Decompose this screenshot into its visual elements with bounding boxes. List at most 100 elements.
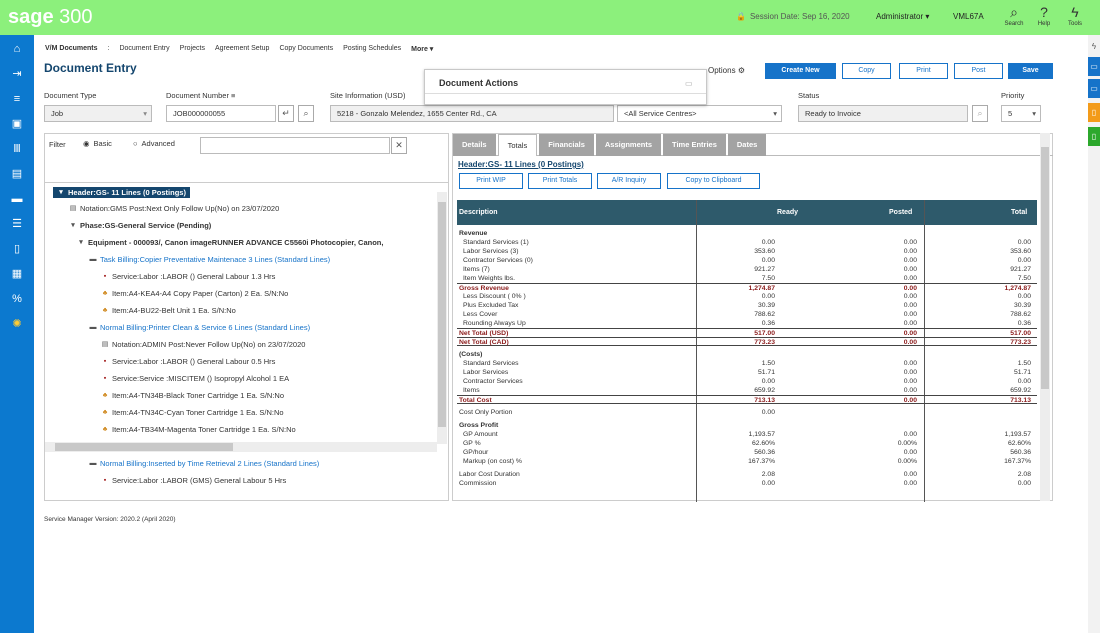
- menu-document-entry[interactable]: Document Entry: [119, 45, 169, 53]
- clear-filter-button[interactable]: ✕: [391, 137, 407, 154]
- tree-node[interactable]: ▪ Service:Labor :LABOR () General Labour …: [101, 272, 276, 281]
- file-icon[interactable]: ▯: [0, 241, 34, 257]
- menu-more[interactable]: More ▾: [411, 45, 433, 53]
- search-button[interactable]: ⌕ Search: [1002, 3, 1026, 27]
- document-icon[interactable]: ▯: [1088, 103, 1100, 122]
- tree-node-header[interactable]: ▾ Header:GS- 11 Lines (0 Postings): [53, 187, 190, 198]
- scroll-thumb[interactable]: [1041, 147, 1049, 389]
- tab-financials[interactable]: Financials: [539, 134, 594, 156]
- tree-node[interactable]: ▾ Phase:GS-General Service (Pending): [69, 221, 211, 230]
- filter-input[interactable]: [200, 137, 390, 154]
- menu-vm-documents[interactable]: V/M Documents: [45, 45, 98, 53]
- bank-icon[interactable]: Ⅲ: [0, 141, 34, 157]
- tree-node[interactable]: ▪ Service:Service :MISCITEM () Isopropyl …: [101, 374, 289, 383]
- row-total: 51.71: [1013, 369, 1031, 376]
- tab-assignments[interactable]: Assignments: [595, 134, 661, 156]
- tab-dates[interactable]: Dates: [727, 134, 767, 156]
- report-icon[interactable]: ▦: [0, 266, 34, 282]
- print-button[interactable]: Print: [899, 63, 948, 79]
- enter-icon[interactable]: ↵: [278, 105, 294, 122]
- help-button[interactable]: ? Help: [1032, 3, 1056, 27]
- copy-to-clipboard-button[interactable]: Copy to Clipboard: [667, 173, 760, 189]
- status-label: Status: [798, 91, 820, 100]
- home-icon[interactable]: ⌂: [0, 41, 34, 57]
- doc-type-select[interactable]: Job ▾: [44, 105, 152, 122]
- row-ready: 353.60: [754, 248, 775, 255]
- tab-totals[interactable]: Totals: [497, 134, 538, 156]
- menu-agreement-setup[interactable]: Agreement Setup: [215, 45, 269, 53]
- tree-node[interactable]: ♣ Item:A4-KEA4-A4 Copy Paper (Carton) 2 E…: [101, 289, 289, 298]
- tree-node[interactable]: ▪ Service:Labor :LABOR (GMS) General Labo…: [101, 476, 287, 485]
- lightning-icon[interactable]: ϟ: [1088, 37, 1100, 56]
- menu-projects[interactable]: Projects: [180, 45, 205, 53]
- save-button[interactable]: Save: [1008, 63, 1053, 79]
- settings-icon[interactable]: ✺: [0, 316, 34, 332]
- sage-logo[interactable]: sage 300: [8, 6, 93, 29]
- search-icon[interactable]: ⌕: [972, 105, 988, 122]
- tree-node[interactable]: ▪ Service:Labor :LABOR () General Labour …: [101, 357, 276, 366]
- document-in-icon[interactable]: ⇥: [0, 66, 34, 82]
- tree-horizontal-scrollbar[interactable]: [45, 442, 437, 452]
- window-add-icon[interactable]: ▭: [1088, 79, 1100, 98]
- tree-node[interactable]: ▬ Normal Billing:Inserted by Time Retriev…: [89, 459, 320, 468]
- tree-node[interactable]: ▾ Equipment - 000093/, Canon imageRUNNER …: [77, 238, 383, 247]
- row-description: Commission: [459, 480, 497, 487]
- totals-row: Items (7) 921.27 0.00 921.27: [457, 265, 1037, 274]
- tree-node[interactable]: ▬ Normal Billing:Printer Clean & Service …: [89, 323, 311, 332]
- tree-node[interactable]: ♣ Item:A4-TN34B-Black Toner Cartridge 1 E…: [101, 391, 284, 400]
- row-total: 1,193.57: [1004, 431, 1031, 438]
- filter-label: Filter: [49, 140, 66, 149]
- scroll-thumb[interactable]: [55, 443, 233, 451]
- percent-icon[interactable]: %: [0, 291, 34, 307]
- tree-node[interactable]: ▤ Notation:GMS Post:Next Only Follow Up(N…: [69, 204, 280, 213]
- tree-vertical-scrollbar[interactable]: [437, 192, 447, 444]
- server-icon[interactable]: ☰: [0, 216, 34, 232]
- tree-node[interactable]: ♣ Item:A4-BU22-Belt Unit 1 Ea. S/N:No: [101, 306, 236, 315]
- search-icon: ⌕: [1010, 4, 1018, 20]
- copy-button[interactable]: Copy: [842, 63, 891, 79]
- lightning-icon: ϟ: [1071, 4, 1079, 20]
- user-menu[interactable]: Administrator ▾: [876, 12, 929, 21]
- totals-row: Revenue: [457, 229, 1037, 238]
- row-ready: 921.27: [754, 266, 775, 273]
- detail-vertical-scrollbar[interactable]: [1040, 133, 1050, 501]
- minimize-icon[interactable]: ▭: [685, 79, 693, 88]
- tab-details[interactable]: Details: [453, 134, 496, 156]
- node-label: Item:A4-TN34C-Cyan Toner Cartridge 1 Ea.…: [112, 408, 284, 417]
- tree-node[interactable]: ▤ Notation:ADMIN Post:Never Follow Up(No)…: [101, 340, 306, 349]
- tree-node[interactable]: ♣ Item:A4-TN34C-Cyan Toner Cartridge 1 Ea…: [101, 408, 284, 417]
- post-button[interactable]: Post: [954, 63, 1003, 79]
- col-description: Description: [459, 209, 498, 216]
- service-centre-select[interactable]: <All Service Centres> ▾: [617, 105, 782, 122]
- priority-select[interactable]: 5 ▾: [1001, 105, 1041, 122]
- tools-button[interactable]: ϟ Tools: [1063, 3, 1087, 27]
- print-wip-button[interactable]: Print WIP: [459, 173, 523, 189]
- lock-icon[interactable]: ▣: [0, 116, 34, 132]
- spreadsheet-icon[interactable]: ▯: [1088, 127, 1100, 146]
- document-actions-title: Document Actions: [425, 70, 706, 94]
- filter-basic-radio[interactable]: ◉ Basic: [83, 139, 112, 148]
- tree-node[interactable]: ▬ Task Billing:Copier Preventative Mainte…: [89, 255, 331, 264]
- ar-inquiry-button[interactable]: A/R Inquiry: [597, 173, 661, 189]
- tree-node[interactable]: ♣ Item:A4-TB34M-Magenta Toner Cartridge 1…: [101, 425, 296, 434]
- node-icon: ♣: [102, 408, 108, 416]
- scroll-thumb[interactable]: [438, 202, 446, 427]
- row-posted: 0.00: [903, 311, 917, 318]
- row-total: 167.37%: [1004, 458, 1031, 465]
- search-icon[interactable]: ⌕: [298, 105, 314, 122]
- totals-row: Standard Services 1.50 0.00 1.50: [457, 359, 1037, 368]
- window-icon[interactable]: ▭: [1088, 57, 1100, 76]
- create-new-button[interactable]: Create New: [765, 63, 836, 79]
- menu-posting-schedules[interactable]: Posting Schedules: [343, 45, 401, 53]
- options-button[interactable]: Options ⚙: [708, 66, 745, 75]
- folder-icon[interactable]: ▬: [0, 191, 34, 207]
- list-add-icon[interactable]: ≡: [0, 91, 34, 107]
- row-total: 0.00: [1017, 239, 1031, 246]
- menu-copy-documents[interactable]: Copy Documents: [279, 45, 333, 53]
- doc-number-field[interactable]: JOB000000055: [166, 105, 276, 122]
- briefcase-icon[interactable]: ▤: [0, 166, 34, 182]
- print-totals-button[interactable]: Print Totals: [528, 173, 592, 189]
- list-icon[interactable]: ≡: [231, 91, 235, 100]
- tab-time-entries[interactable]: Time Entries: [663, 134, 726, 156]
- filter-advanced-radio[interactable]: ○ Advanced: [133, 139, 175, 148]
